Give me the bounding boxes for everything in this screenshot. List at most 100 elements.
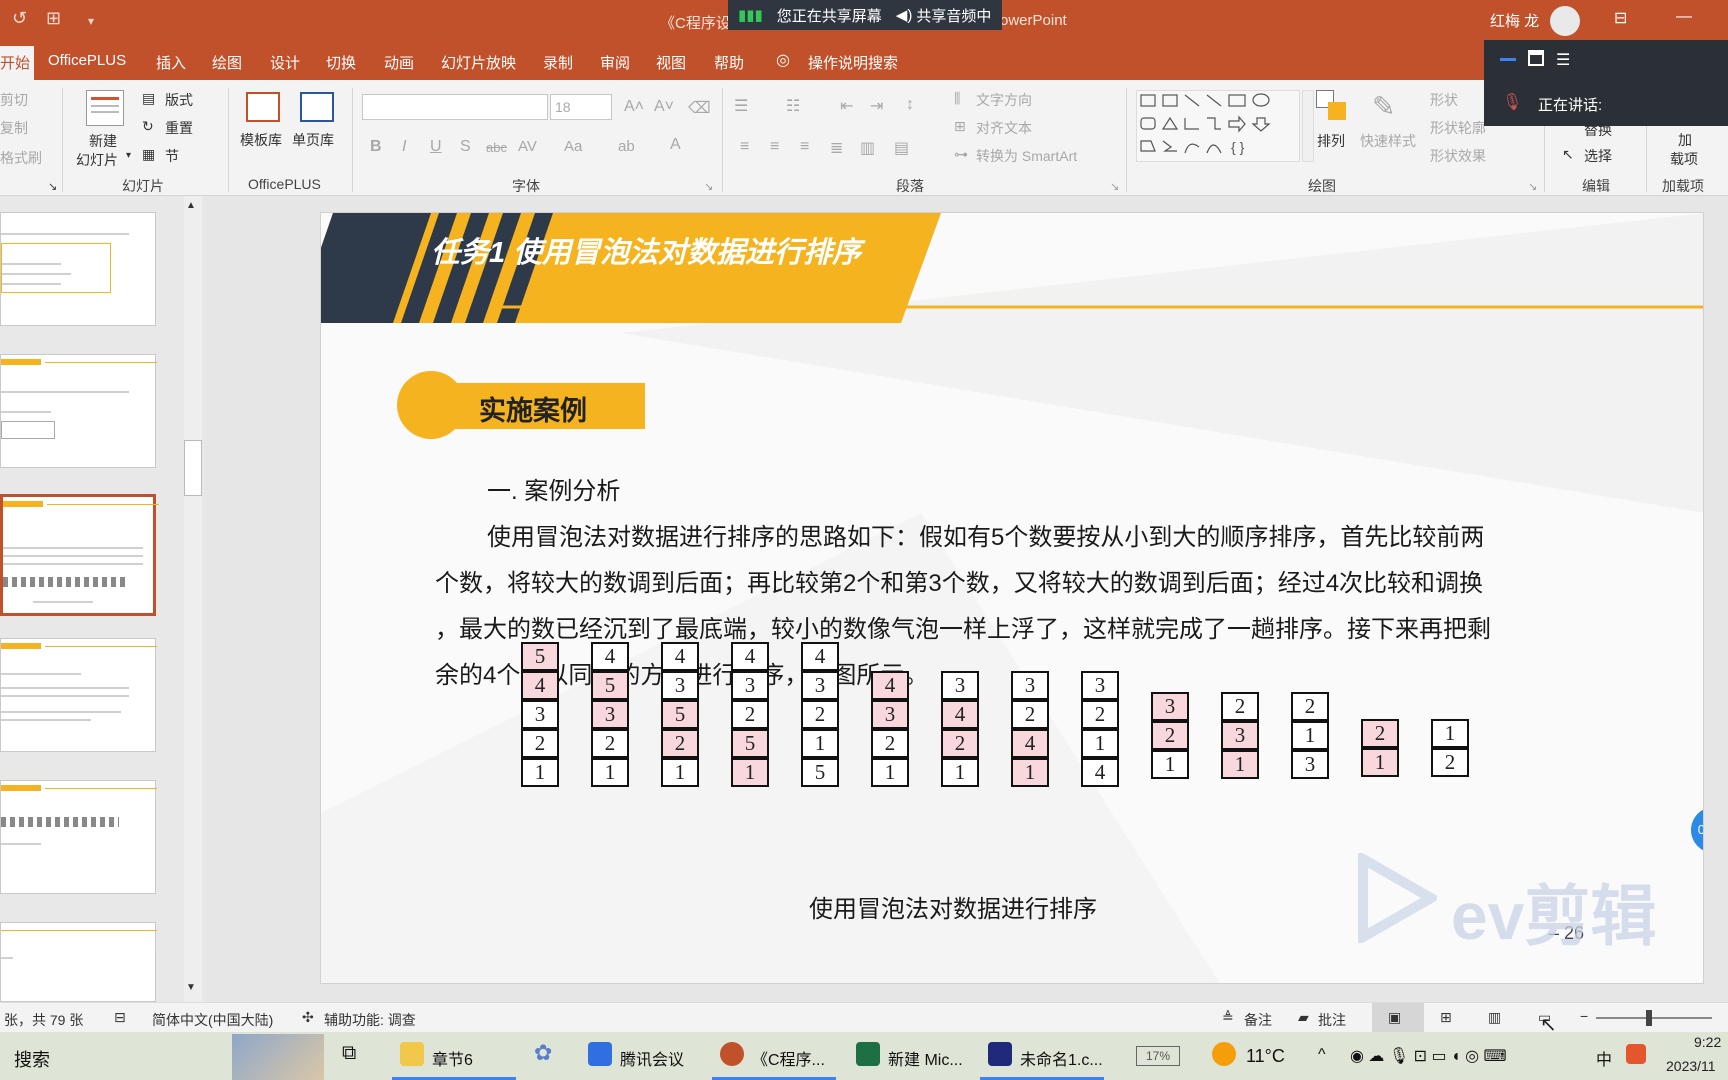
screen-share-indicator[interactable]: ▮▮▮ 您正在共享屏幕 ◀) 共享音频中 [728,0,1002,30]
quick-styles-icon[interactable]: ✎ [1372,90,1395,123]
quick-styles-button[interactable]: 快速样式 [1360,131,1416,151]
decrease-font-icon[interactable]: A˅ [654,98,674,116]
format-painter-button[interactable]: 格式刷 [0,148,42,168]
font-name-box[interactable] [362,94,548,120]
app-icon[interactable]: ✿ [534,1040,552,1066]
columns-icon[interactable]: ▤ [894,138,909,158]
align-right-icon[interactable]: ≡ [800,138,809,156]
bullets-icon[interactable]: ☰ [734,96,748,116]
copy-button[interactable]: 复制 [0,118,28,138]
scroll-down-icon[interactable]: ▼ [186,982,196,993]
font-dialog-launcher-icon[interactable]: ↘ [704,180,713,193]
shadow-icon[interactable]: S [460,138,471,156]
spelling-icon[interactable]: ⊟ [114,1009,126,1026]
tab-review[interactable]: 审阅 [600,52,630,73]
battery-indicator[interactable]: 17% [1136,1046,1180,1066]
shape-outline-button[interactable]: 形状轮廓 [1430,118,1486,138]
taskbar-item-excel[interactable]: 新建 Mic... [888,1046,963,1070]
window-mode-icon[interactable] [1528,50,1544,66]
tab-insert[interactable]: 插入 [156,52,186,73]
clock-time[interactable]: 9:22 [1694,1034,1721,1050]
avatar[interactable] [1550,6,1580,36]
minimize-panel-icon[interactable] [1500,58,1516,61]
new-slide-label[interactable]: 新建 [89,131,117,151]
addins-label-2[interactable]: 载项 [1670,149,1698,169]
highlight-icon[interactable]: ab [618,138,635,155]
smartart-button[interactable]: 转换为 SmartArt [976,146,1077,166]
template-library-button[interactable]: 模板库 [240,130,282,150]
scroll-up-icon[interactable]: ▲ [186,200,196,211]
zoom-out-icon[interactable]: − [1580,1008,1588,1024]
tab-view[interactable]: 视图 [656,52,686,73]
list-icon[interactable]: ☰ [1556,50,1570,70]
numbering-icon[interactable]: ☷ [786,96,800,116]
arrange-icon[interactable] [1316,90,1346,120]
layout-button[interactable]: 版式 [165,90,193,110]
increase-font-icon[interactable]: A˄ [624,98,644,116]
change-case-icon[interactable]: Aa [564,138,582,155]
align-text-button[interactable]: 对齐文本 [976,118,1032,138]
drawing-dialog-launcher-icon[interactable]: ↘ [1528,180,1537,193]
slide-canvas[interactable]: 任务1 使用冒泡法对数据进行排序 实施案例 一. 案例分析 使用冒泡法对数据进行… [320,212,1704,984]
minimize-icon[interactable]: — [1676,8,1692,26]
tab-record[interactable]: 录制 [543,52,573,73]
single-page-library-icon[interactable] [300,92,334,122]
tab-animations[interactable]: 动画 [384,52,414,73]
section-button[interactable]: 节 [165,146,179,166]
comments-button[interactable]: 批注 [1318,1010,1346,1030]
decrease-indent-icon[interactable]: ⇤ [840,96,853,116]
cut-button[interactable]: 剪切 [0,90,28,110]
language-button[interactable]: 简体中文(中国大陆) [152,1010,273,1030]
scrollbar-thumb[interactable] [184,440,202,496]
taskbar-item-folder[interactable]: 章节6 [432,1046,473,1070]
weather-temp[interactable]: 11°C [1246,1046,1285,1067]
notes-button[interactable]: 备注 [1244,1010,1272,1030]
font-size-box[interactable]: 18 [550,94,612,120]
tray-apps-icon[interactable]: ◉ ☁ 🎙 ⊡ ▭ ◖ ◎ ⌨ [1350,1046,1507,1066]
italic-icon[interactable]: I [402,138,406,156]
reset-button[interactable]: 重置 [165,118,193,138]
taskbar-item-devcpp[interactable]: 未命名1.c... [1020,1046,1103,1070]
user-name[interactable]: 红梅 龙 [1490,10,1539,31]
justify-icon[interactable]: ≣ [830,138,843,158]
taskbar-item-meeting[interactable]: 腾讯会议 [620,1046,684,1070]
slide-thumbnail[interactable] [0,212,156,326]
clear-format-icon[interactable]: ⌫ [688,98,711,118]
dialog-launcher-icon[interactable]: ↘ [48,180,57,193]
task-view-icon[interactable]: ⧉ [342,1042,356,1065]
slide-thumbnail[interactable] [0,780,157,894]
thumbnails-scrollbar[interactable]: ▲ ▼ [184,196,202,1002]
sogou-icon[interactable] [1626,1044,1646,1064]
zoom-slider-thumb[interactable] [1646,1010,1652,1026]
text-direction-button[interactable]: 文字方向 [976,90,1032,110]
arrange-button[interactable]: 排列 [1317,131,1345,151]
underline-icon[interactable]: U [430,138,442,156]
line-spacing-icon[interactable]: ↕ [906,96,914,114]
undo-icon[interactable]: ↺ [12,8,27,29]
slide-thumbnail[interactable] [0,354,157,468]
slide-thumbnail-current[interactable] [0,494,159,616]
char-spacing-icon[interactable]: AV [518,138,537,155]
shapes-scroll[interactable] [1302,90,1314,162]
new-slide-label-2[interactable]: 幻灯片 [76,150,118,170]
shape-effects-button[interactable]: 形状效果 [1430,146,1486,166]
present-icon[interactable]: ⊞ [46,8,61,29]
tell-me-search[interactable]: 操作说明搜索 [808,52,898,73]
addins-label[interactable]: 加 [1678,130,1692,150]
paragraph-dialog-launcher-icon[interactable]: ↘ [1110,180,1119,193]
tab-draw[interactable]: 绘图 [212,52,242,73]
accessibility-button[interactable]: 辅助功能: 调查 [324,1010,416,1030]
chevron-down-icon[interactable]: ▾ [126,150,131,161]
tab-transitions[interactable]: 切换 [326,52,356,73]
zoom-slider[interactable] [1596,1017,1712,1019]
taskbar-search[interactable]: 搜索 [14,1046,50,1072]
ribbon-display-icon[interactable]: ⊟ [1614,8,1627,28]
slide-sorter-icon[interactable]: ⊞ [1440,1009,1452,1026]
increase-indent-icon[interactable]: ⇥ [870,96,883,116]
tab-home[interactable]: 开始 [0,46,34,80]
tab-slideshow[interactable]: 幻灯片放映 [441,52,516,73]
tab-help[interactable]: 帮助 [714,52,744,73]
font-color-icon[interactable]: A [670,136,681,154]
reading-view-icon[interactable]: ▥ [1488,1009,1501,1026]
clock-date[interactable]: 2023/11 [1666,1058,1716,1074]
